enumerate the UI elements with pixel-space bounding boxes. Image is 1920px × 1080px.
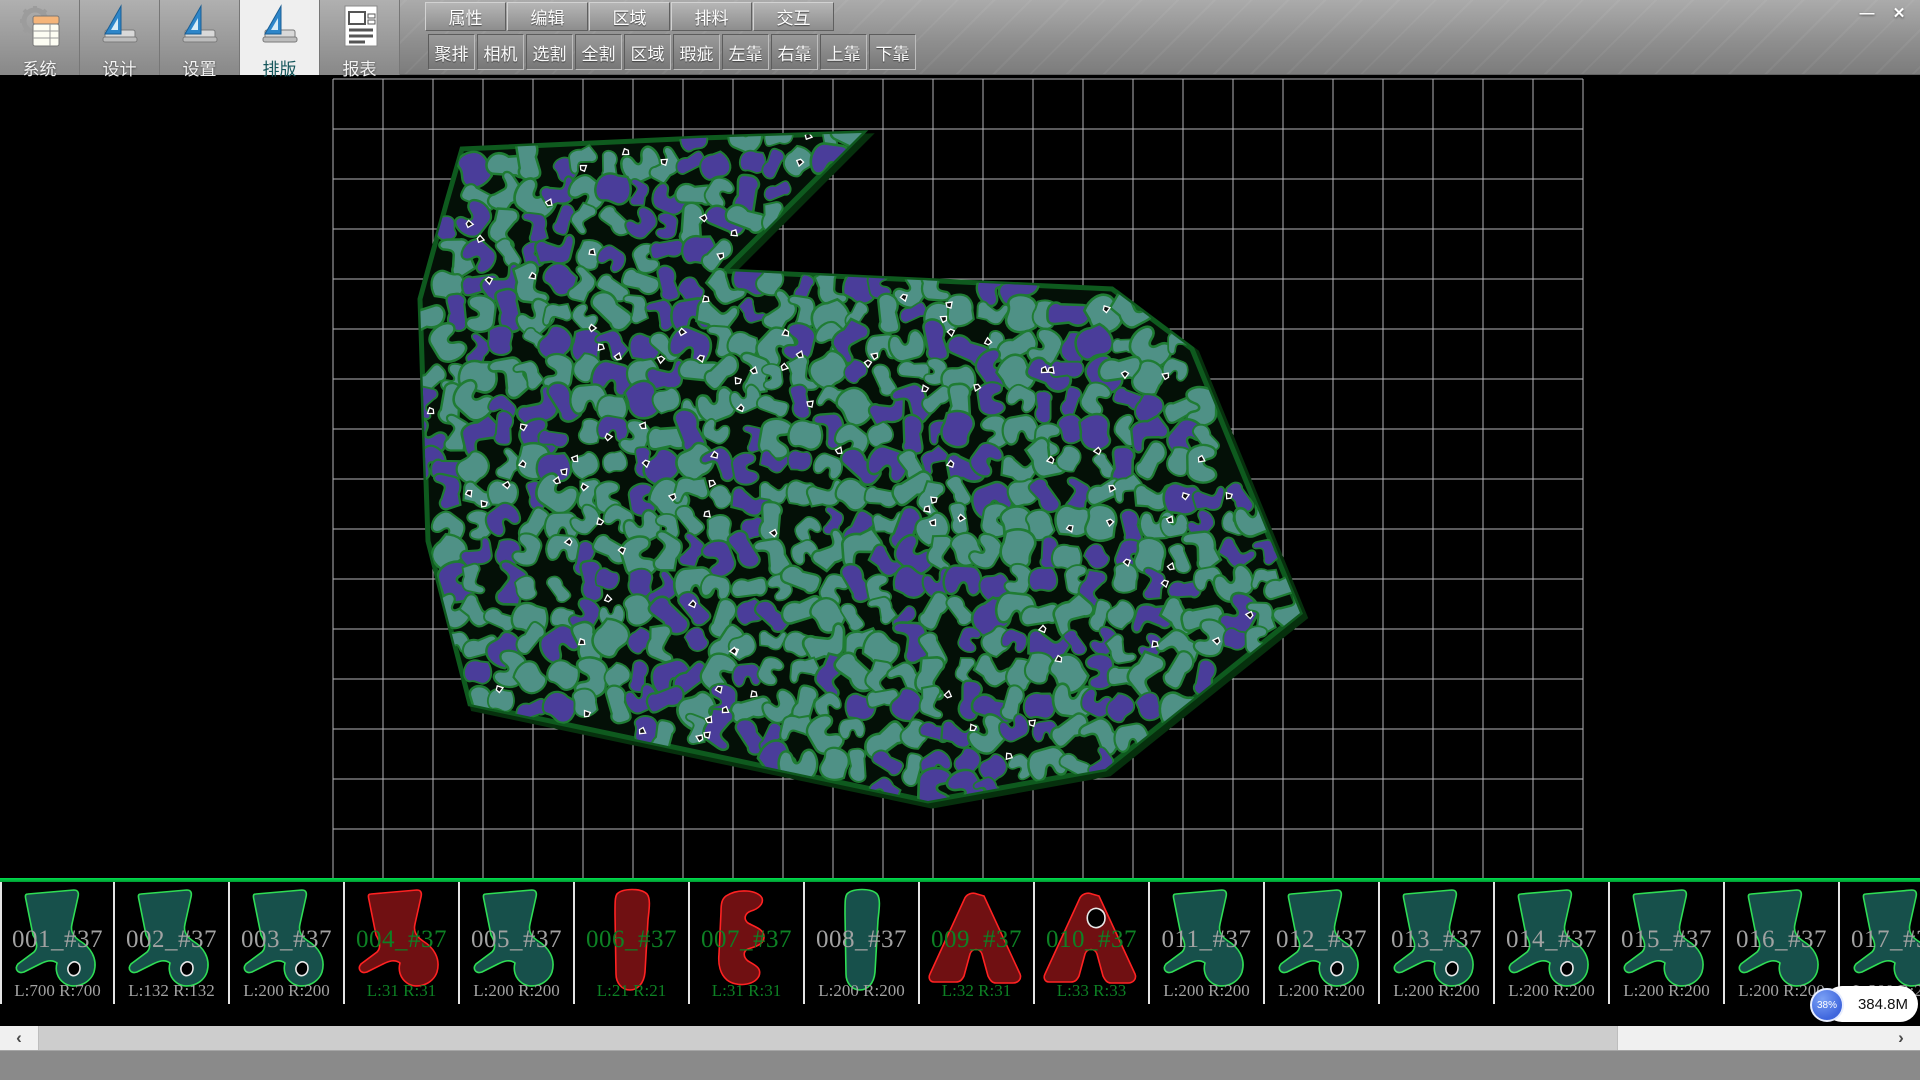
tool-button-select-cut[interactable]: 选割	[526, 34, 573, 70]
part-shape	[1618, 884, 1718, 998]
memory-usage-badge[interactable]: 384.8M 38%	[1810, 984, 1918, 1024]
tool-button-defect[interactable]: 瑕疵	[673, 34, 720, 70]
part-shape	[123, 884, 223, 998]
tool-button-align-bottom[interactable]: 下靠	[869, 34, 916, 70]
menu-tab-property[interactable]: 属性	[425, 2, 506, 31]
top-toolbar: 系统设计设置排版报表 属性编辑区域排料交互 聚排相机选割全割区域瑕疵左靠右靠上靠…	[0, 0, 1920, 75]
status-bar	[0, 1050, 1920, 1080]
tool-button-cluster-nest[interactable]: 聚排	[428, 34, 475, 70]
menu-tab-interaction[interactable]: 交互	[753, 2, 834, 31]
nav-item-setting[interactable]: 设置	[160, 0, 240, 75]
scrollbar-thumb[interactable]	[38, 1026, 1618, 1050]
part-shape	[238, 884, 338, 998]
scroll-right-button[interactable]: ›	[1882, 1026, 1920, 1050]
thumbnail-part-015_#37[interactable]: 015_#37L:200 R:200	[1610, 882, 1725, 1004]
close-button[interactable]: ✕	[1886, 3, 1912, 23]
nav-item-nesting[interactable]: 排版	[240, 0, 320, 75]
thumbnail-part-006_#37[interactable]: 006_#37L:21 R:21	[575, 882, 690, 1004]
nav-item-label: 系统	[23, 55, 57, 80]
tool-button-align-left[interactable]: 左靠	[722, 34, 769, 70]
menu-tab-edit[interactable]: 编辑	[507, 2, 588, 31]
design-ruler-icon	[97, 4, 143, 53]
part-shape	[813, 884, 913, 998]
thumbnail-part-012_#37[interactable]: 012_#37L:200 R:200	[1265, 882, 1380, 1004]
tool-button-zone[interactable]: 区域	[624, 34, 671, 70]
minimize-button[interactable]: —	[1854, 3, 1880, 23]
part-shape	[928, 884, 1028, 998]
part-shape	[583, 884, 683, 998]
tool-button-camera[interactable]: 相机	[477, 34, 524, 70]
system-gear-icon	[17, 4, 63, 53]
thumbnail-part-013_#37[interactable]: 013_#37L:200 R:200	[1380, 882, 1495, 1004]
canvas-drawing[interactable]	[0, 76, 1920, 878]
tool-button-align-top[interactable]: 上靠	[820, 34, 867, 70]
part-shape	[353, 884, 453, 998]
horizontal-scrollbar[interactable]: ‹ ›	[0, 1026, 1920, 1050]
part-shape	[1848, 884, 1920, 998]
tool-button-align-right[interactable]: 右靠	[771, 34, 818, 70]
nav-item-report[interactable]: 报表	[320, 0, 400, 75]
part-shape	[1733, 884, 1833, 998]
nesting-canvas[interactable]	[0, 76, 1920, 878]
thumbnail-part-005_#37[interactable]: 005_#37L:200 R:200	[460, 882, 575, 1004]
tool-button-bar: 聚排相机选割全割区域瑕疵左靠右靠上靠下靠	[428, 34, 918, 71]
thumbnail-part-002_#37[interactable]: 002_#37L:132 R:132	[115, 882, 230, 1004]
report-doc-icon	[337, 4, 383, 53]
part-shape	[1043, 884, 1143, 998]
part-shape	[10, 884, 110, 998]
thumbnail-part-009_#37[interactable]: 009_#37L:32 R:31	[920, 882, 1035, 1004]
nav-item-system[interactable]: 系统	[0, 0, 80, 75]
setting-ruler-icon	[177, 4, 223, 53]
thumbnail-part-008_#37[interactable]: 008_#37L:200 R:200	[805, 882, 920, 1004]
thumbnail-part-010_#37[interactable]: 010_#37L:33 R:33	[1035, 882, 1150, 1004]
part-shape	[468, 884, 568, 998]
tool-button-cut-all[interactable]: 全割	[575, 34, 622, 70]
memory-value: 384.8M	[1858, 996, 1908, 1013]
thumbnail-part-003_#37[interactable]: 003_#37L:200 R:200	[230, 882, 345, 1004]
menu-tab-bar: 属性编辑区域排料交互	[425, 2, 835, 32]
nesting-ruler-icon	[257, 4, 303, 53]
thumbnail-part-007_#37[interactable]: 007_#37L:31 R:31	[690, 882, 805, 1004]
part-shape	[698, 884, 798, 998]
memory-percent-circle: 38%	[1810, 988, 1844, 1022]
thumbnail-part-011_#37[interactable]: 011_#37L:200 R:200	[1150, 882, 1265, 1004]
thumbnail-part-004_#37[interactable]: 004_#37L:31 R:31	[345, 882, 460, 1004]
part-shape	[1388, 884, 1488, 998]
nav-item-label: 排版	[263, 55, 297, 80]
part-shape	[1158, 884, 1258, 998]
part-shape	[1503, 884, 1603, 998]
memory-percent: 38%	[1817, 1000, 1837, 1011]
scroll-left-button[interactable]: ‹	[0, 1026, 38, 1050]
thumbnail-part-014_#37[interactable]: 014_#37L:200 R:200	[1495, 882, 1610, 1004]
window-controls: — ✕	[1854, 3, 1912, 23]
nav-strip: 系统设计设置排版报表	[0, 0, 400, 75]
thumbnail-row: 001_#37L:700 R:700002_#37L:132 R:132003_…	[0, 882, 1920, 1004]
nav-item-label: 设计	[103, 55, 137, 80]
nav-item-label: 设置	[183, 55, 217, 80]
menu-tab-region[interactable]: 区域	[589, 2, 670, 31]
parts-thumbnail-strip: 001_#37L:700 R:700002_#37L:132 R:132003_…	[0, 878, 1920, 1004]
nav-item-label: 报表	[343, 55, 377, 80]
part-shape	[1273, 884, 1373, 998]
thumbnail-part-001_#37[interactable]: 001_#37L:700 R:700	[0, 882, 115, 1004]
nav-item-design[interactable]: 设计	[80, 0, 160, 75]
menu-tab-nest[interactable]: 排料	[671, 2, 752, 31]
